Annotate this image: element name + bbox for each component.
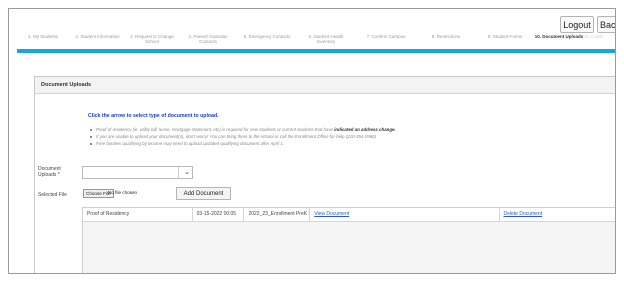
- wizard-steps: 1. My Students 2. Student Information 3.…: [17, 34, 615, 50]
- view-document-link[interactable]: View Document: [310, 208, 500, 221]
- instructions-list: Proof of residency (ie. utility bill, le…: [90, 126, 396, 147]
- step-parent-guardian-contacts[interactable]: 4. Parent/ Guardian Contacts: [178, 34, 238, 50]
- step-student-information[interactable]: 2. Student Information: [69, 34, 126, 50]
- step-student-health-inventory[interactable]: 6. Student Health Inventory: [296, 34, 356, 50]
- step-document-uploads[interactable]: 10. Document Uploads: [534, 34, 584, 50]
- step-confirm[interactable]: 11. Confir: [584, 34, 604, 50]
- document-filename-cell: 2022_23_Enrollment PreK Flyer.p: [244, 208, 311, 221]
- document-type-cell: Proof of Residency: [83, 208, 193, 221]
- document-type-label: Document Uploads *: [38, 166, 61, 178]
- upload-hint: Click the arrow to select type of docume…: [88, 113, 219, 119]
- panel-title: Document Uploads: [35, 77, 615, 94]
- no-file-text: No file chosen: [108, 190, 138, 195]
- document-uploads-panel: Document Uploads Click the arrow to sele…: [34, 76, 616, 273]
- step-emergency-contacts[interactable]: 5. Emergency Contacts: [238, 34, 296, 50]
- app-window: Logout Back 1. My Students 2. Student In…: [8, 8, 616, 274]
- instruction-item: If you are unable to upload your documen…: [90, 133, 396, 140]
- select-divider: [178, 167, 179, 178]
- step-my-students[interactable]: 1. My Students: [17, 34, 69, 50]
- chevron-down-icon[interactable]: ⌄: [184, 168, 190, 176]
- selected-file-label: Selected File: [38, 192, 67, 198]
- table-row: Proof of Residency 03-15-2022 00:05 2022…: [83, 208, 616, 222]
- progress-bar: [17, 49, 615, 53]
- step-restrictions[interactable]: 8. Restrictions: [416, 34, 476, 50]
- step-student-forms[interactable]: 9. Student Forms: [476, 34, 534, 50]
- instruction-text: Proof of residency (ie. utility bill, le…: [96, 127, 335, 132]
- step-confirm-campus[interactable]: 7. Confirm Campus: [356, 34, 416, 50]
- back-button[interactable]: Back: [597, 16, 615, 33]
- step-request-change-school[interactable]: 3. Request to Change School: [126, 34, 178, 50]
- document-type-select[interactable]: ⌄: [82, 166, 193, 179]
- delete-document-link[interactable]: Delete Document: [500, 208, 616, 221]
- logout-button[interactable]: Logout: [560, 16, 594, 33]
- add-document-button[interactable]: Add Document: [176, 187, 231, 200]
- instruction-item: Proof of residency (ie. utility bill, le…: [90, 126, 396, 133]
- documents-table: Proof of Residency 03-15-2022 00:05 2022…: [82, 207, 616, 273]
- instruction-item: Free families qualifying by income may n…: [90, 140, 396, 147]
- document-date-cell: 03-15-2022 00:05: [193, 208, 245, 221]
- instruction-emphasis: indicated an address change.: [334, 127, 396, 132]
